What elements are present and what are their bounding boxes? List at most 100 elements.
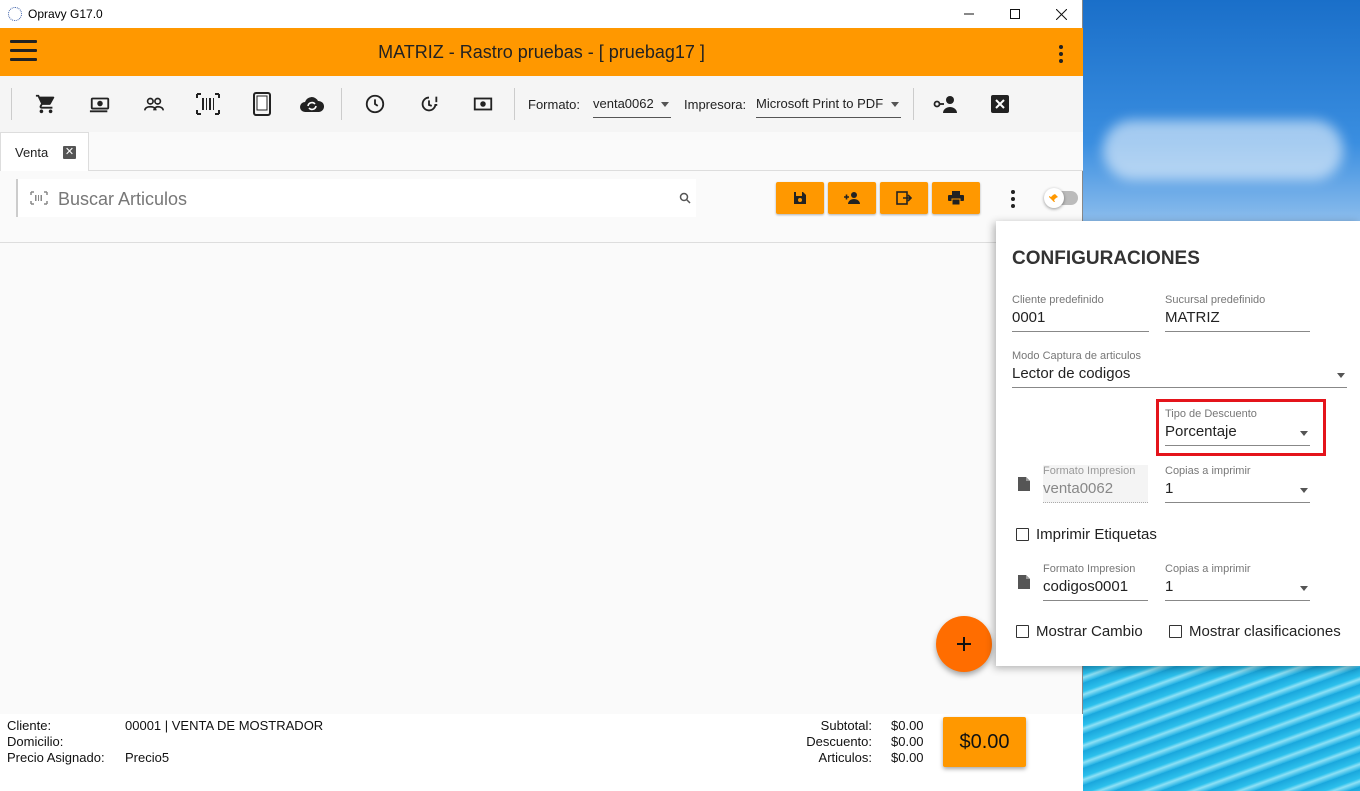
articulos-value: $0.00 [891, 750, 924, 765]
modo-captura-value: Lector de codigos [1012, 365, 1131, 382]
cliente-predefinido-input[interactable]: 0001 [1012, 309, 1149, 332]
subtotal-label: Subtotal: [820, 718, 872, 733]
close-box-icon[interactable] [987, 91, 1013, 117]
water-decoration [1083, 666, 1360, 791]
chevron-down-icon [891, 102, 899, 107]
field-label: Modo Captura de articulos [1012, 350, 1142, 362]
chevron-down-icon [1300, 586, 1308, 591]
clock-alert-icon[interactable] [416, 91, 442, 117]
impresora-select[interactable]: Microsoft Print to PDF [756, 90, 901, 118]
checkbox-label: Imprimir Etiquetas [1036, 526, 1157, 543]
sucursal-predefinido-input[interactable]: MATRIZ [1165, 309, 1310, 332]
subtotal-value: $0.00 [891, 718, 924, 733]
title-bar: Opravy G17.0 [0, 0, 1082, 28]
articulos-label: Articulos: [818, 750, 872, 765]
barcode-icon[interactable] [195, 91, 221, 117]
barcode-scan-icon [30, 191, 48, 205]
total-button[interactable]: $0.00 [943, 717, 1026, 767]
formato-etiquetas-field[interactable]: Formato Impresion codigos0001 [1043, 563, 1148, 601]
clock-icon[interactable] [362, 91, 388, 117]
copias-value: 1 [1165, 480, 1174, 497]
search-bar[interactable]: Buscar Articulos [16, 179, 696, 217]
sale-items-area [0, 243, 1030, 713]
imprimir-etiquetas-checkbox[interactable]: Imprimir Etiquetas [1016, 526, 1157, 543]
highlight-box [1156, 399, 1326, 456]
checkbox-label: Mostrar clasificaciones [1189, 623, 1341, 640]
minimize-button[interactable] [946, 0, 992, 28]
mostrar-clasificaciones-checkbox[interactable]: Mostrar clasificaciones [1169, 623, 1341, 640]
modo-captura-select[interactable]: Modo Captura de articulos Lector de codi… [1012, 350, 1347, 388]
person-key-icon[interactable] [933, 91, 959, 117]
chevron-down-icon [661, 102, 669, 107]
field-label: Formato Impresion [1043, 563, 1136, 575]
descuento-value: $0.00 [891, 734, 924, 749]
pin-toggle[interactable] [1044, 188, 1078, 208]
save-icon [794, 192, 806, 204]
formato-impresion-field: Formato Impresion venta0062 [1043, 465, 1148, 503]
checkbox-label: Mostrar Cambio [1036, 623, 1143, 640]
plus-icon [957, 637, 971, 651]
copias-etiquetas-select[interactable]: Copias a imprimir 1 [1165, 563, 1310, 601]
tab-venta[interactable]: Venta ✕ [0, 132, 89, 171]
checkbox-icon [1016, 528, 1029, 541]
chevron-down-icon [1300, 488, 1308, 493]
domicilio-label: Domicilio: [7, 734, 64, 749]
maximize-button[interactable] [992, 0, 1038, 28]
config-title: CONFIGURACIONES [1012, 248, 1200, 269]
more-options-icon[interactable] [1011, 190, 1015, 211]
more-vert-icon[interactable] [1059, 45, 1063, 66]
mostrar-cambio-checkbox[interactable]: Mostrar Cambio [1016, 623, 1143, 640]
app-header: MATRIZ - Rastro pruebas - [ pruebag17 ] [0, 28, 1083, 76]
checkbox-icon [1016, 625, 1029, 638]
document-icon [1018, 477, 1030, 491]
descuento-label: Descuento: [806, 734, 872, 749]
sucursal-predefinido-field[interactable]: Sucursal predefinido MATRIZ [1165, 294, 1310, 332]
cart-icon[interactable] [33, 91, 59, 117]
formato-select[interactable]: venta0062 [593, 90, 671, 118]
cloud-sync-icon[interactable] [299, 91, 325, 117]
maximize-icon [1010, 9, 1020, 19]
exit-button[interactable] [880, 182, 928, 214]
cliente-predefinido-field[interactable]: Cliente predefinido 0001 [1012, 294, 1149, 332]
minimize-icon [964, 13, 974, 15]
pin-icon [1044, 188, 1064, 208]
formato-impresion-input: venta0062 [1043, 480, 1148, 503]
exit-icon [896, 191, 912, 205]
menu-icon[interactable] [10, 40, 37, 62]
close-tab-icon[interactable]: ✕ [63, 146, 76, 159]
app-window: Opravy G17.0 MATRIZ - Rastro pruebas - [… [0, 0, 1083, 791]
money-icon[interactable] [470, 91, 496, 117]
search-icon[interactable] [679, 192, 691, 204]
add-person-button[interactable] [828, 182, 876, 214]
page-title: MATRIZ - Rastro pruebas - [ pruebag17 ] [378, 41, 705, 62]
search-input[interactable]: Buscar Articulos [58, 189, 187, 210]
close-window-button[interactable] [1038, 0, 1084, 28]
field-label: Copias a imprimir [1165, 563, 1251, 575]
app-icon [8, 7, 22, 21]
chevron-down-icon [1337, 373, 1345, 378]
save-button[interactable] [776, 182, 824, 214]
tab-label: Venta [15, 144, 49, 160]
checkbox-icon [1169, 625, 1182, 638]
window-title: Opravy G17.0 [28, 7, 103, 21]
sale-footer: Cliente: 00001 | VENTA DE MOSTRADOR Domi… [0, 714, 1083, 791]
field-label: Sucursal predefinido [1165, 294, 1266, 306]
tablet-icon[interactable] [249, 91, 275, 117]
cash-icon[interactable] [87, 91, 113, 117]
print-button[interactable] [932, 182, 980, 214]
precio-label: Precio Asignado: [7, 750, 105, 765]
print-icon [948, 191, 964, 205]
formato-label: Formato: [528, 97, 581, 112]
formato-value: venta0062 [593, 96, 654, 111]
copias-imprimir-select[interactable]: Copias a imprimir 1 [1165, 465, 1310, 503]
formato-etiquetas-input[interactable]: codigos0001 [1043, 578, 1148, 601]
copias-value: 1 [1165, 578, 1174, 595]
close-icon [1055, 8, 1067, 20]
document-icon [1018, 575, 1030, 589]
add-item-button[interactable] [936, 616, 992, 672]
precio-value: Precio5 [125, 750, 170, 765]
impresora-value: Microsoft Print to PDF [756, 96, 884, 111]
field-label: Cliente predefinido [1012, 294, 1104, 306]
people-icon[interactable] [141, 91, 167, 117]
tab-strip: Venta ✕ [0, 132, 1083, 171]
